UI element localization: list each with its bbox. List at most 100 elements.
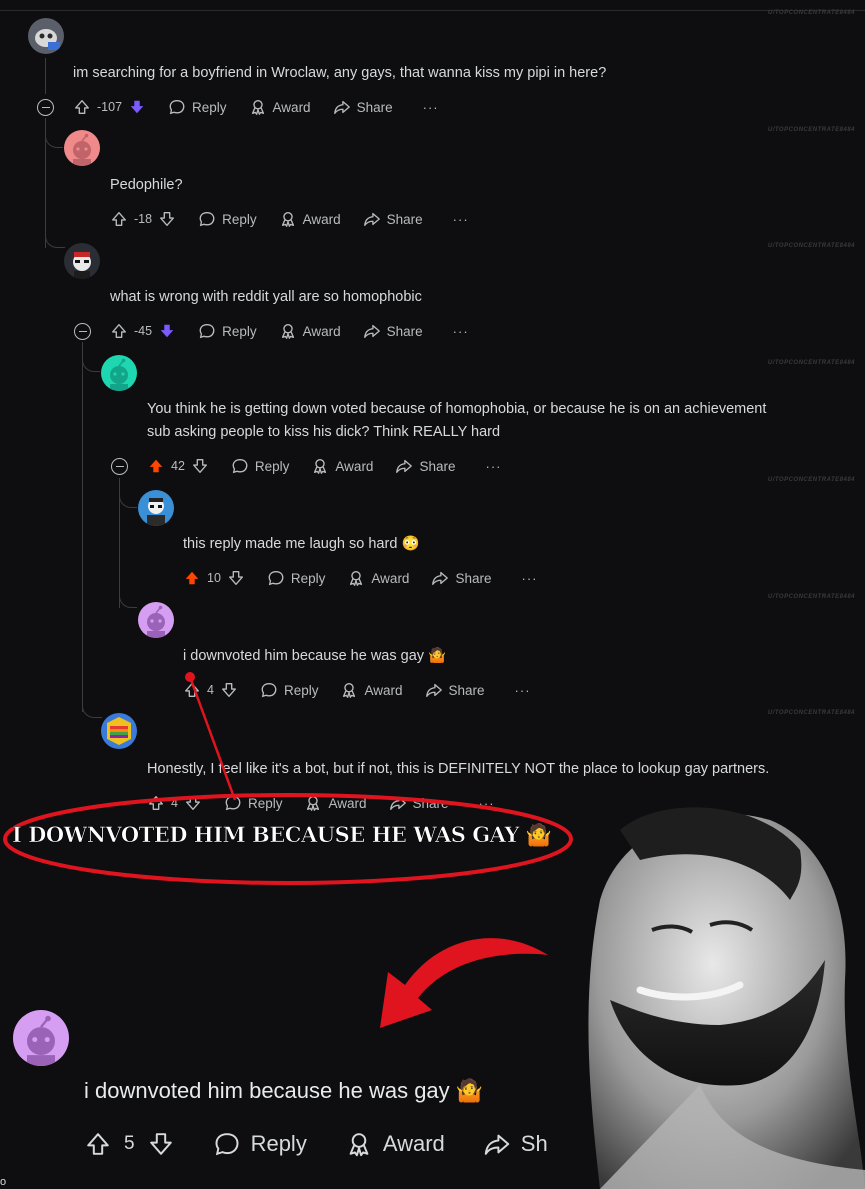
share-button[interactable]: Sh (483, 1130, 548, 1158)
comment-actions: 4 Reply Award Share ··· (183, 679, 531, 701)
user-avatar[interactable] (101, 355, 137, 391)
comment-text-line: sub asking people to kiss his dick? Thin… (147, 424, 501, 440)
thread-curve (45, 200, 65, 248)
downvote-icon[interactable] (184, 794, 202, 812)
watermark: U/TOPCONCENTRATE8484 (767, 360, 855, 366)
reply-button[interactable]: Reply (231, 457, 289, 475)
upvote-icon[interactable] (84, 1130, 112, 1158)
collapse-thread-button[interactable] (111, 458, 128, 475)
user-avatar[interactable] (101, 713, 137, 749)
more-options-button[interactable]: ··· (453, 212, 469, 227)
curved-red-arrow (380, 938, 548, 1028)
reply-icon (267, 569, 285, 587)
downvote-icon[interactable] (191, 457, 209, 475)
user-avatar-large[interactable] (13, 1010, 69, 1066)
comment-actions: -107 Reply Award Share ··· (73, 96, 439, 118)
more-options-button[interactable]: ··· (479, 796, 495, 811)
share-icon (395, 457, 413, 475)
award-button[interactable]: Award (345, 1130, 445, 1158)
meme-caption: I DOWNVOTED HIM BECAUSE HE WAS GAY 🤷 (12, 822, 552, 848)
more-options-button[interactable]: ··· (515, 683, 531, 698)
collapse-thread-button[interactable] (37, 99, 54, 116)
collapse-thread-button[interactable] (74, 323, 91, 340)
downvote-icon[interactable] (158, 322, 176, 340)
award-icon (279, 210, 297, 228)
downvote-icon[interactable] (128, 98, 146, 116)
vote-count: 10 (207, 571, 221, 585)
shrug-emoji: 🤷 (525, 822, 552, 848)
user-avatar[interactable] (138, 602, 174, 638)
reply-icon (224, 794, 242, 812)
upvote-icon[interactable] (147, 794, 165, 812)
award-icon (340, 681, 358, 699)
award-button[interactable]: Award (279, 210, 341, 228)
upvote-icon[interactable] (183, 681, 201, 699)
watermark: U/TOPCONCENTRATE8484 (767, 710, 855, 716)
flushed-emoji: 😳 (401, 536, 420, 552)
award-button[interactable]: Award (249, 98, 311, 116)
upvote-icon[interactable] (110, 210, 128, 228)
share-button[interactable]: Share (395, 457, 455, 475)
reply-button[interactable]: Reply (267, 569, 325, 587)
vote-count: 5 (124, 1133, 135, 1154)
comment-actions: 4 Reply Award Share ··· (147, 792, 495, 814)
more-options-button[interactable]: ··· (521, 571, 537, 586)
share-button[interactable]: Share (431, 569, 491, 587)
share-icon (363, 322, 381, 340)
share-icon (333, 98, 351, 116)
reply-button[interactable]: Reply (168, 98, 227, 116)
user-avatar[interactable] (138, 490, 174, 526)
share-button[interactable]: Share (363, 210, 423, 228)
vote-count: -107 (97, 100, 123, 114)
share-icon (389, 794, 407, 812)
reply-icon (198, 322, 216, 340)
share-button[interactable]: Share (333, 98, 393, 116)
more-options-button[interactable]: ··· (485, 459, 501, 474)
downvote-icon[interactable] (220, 681, 238, 699)
reply-button[interactable]: Reply (213, 1130, 307, 1158)
award-button[interactable]: Award (279, 322, 341, 340)
thread-line (82, 342, 83, 712)
award-button[interactable]: Award (340, 681, 403, 699)
downvote-icon[interactable] (227, 569, 245, 587)
award-icon (345, 1130, 373, 1158)
user-avatar[interactable] (64, 130, 100, 166)
downvote-icon[interactable] (147, 1130, 175, 1158)
share-icon (483, 1130, 511, 1158)
comment-text: Honestly, I feel like it's a bot, but if… (147, 761, 770, 777)
share-button[interactable]: Share (389, 794, 449, 812)
downvote-icon[interactable] (158, 210, 176, 228)
upvote-icon[interactable] (73, 98, 91, 116)
vote-count: -45 (134, 324, 153, 338)
share-icon (363, 210, 381, 228)
award-button[interactable]: Award (311, 457, 373, 475)
user-avatar[interactable] (28, 18, 64, 54)
reply-button[interactable]: Reply (224, 794, 282, 812)
upvote-icon[interactable] (183, 569, 201, 587)
watermark: U/TOPCONCENTRATE8484 (767, 10, 855, 16)
award-icon (304, 794, 322, 812)
comment-text: what is wrong with reddit yall are so ho… (110, 289, 422, 305)
vote-count: 4 (171, 796, 178, 810)
comment-text-line: You think he is getting down voted becau… (147, 401, 767, 417)
reply-button[interactable]: Reply (198, 210, 257, 228)
thread-curve (119, 478, 137, 508)
share-button[interactable]: Share (425, 681, 485, 699)
more-options-button[interactable]: ··· (423, 100, 439, 115)
upvote-icon[interactable] (110, 322, 128, 340)
reply-button[interactable]: Reply (260, 681, 318, 699)
reply-button[interactable]: Reply (198, 322, 257, 340)
upvote-icon[interactable] (147, 457, 165, 475)
comment-text: this reply made me laugh so hard 😳 (183, 536, 420, 552)
reply-icon (260, 681, 278, 699)
user-avatar[interactable] (64, 243, 100, 279)
reply-icon (213, 1130, 241, 1158)
thread-curve (82, 342, 100, 372)
top-divider (0, 10, 865, 11)
award-button[interactable]: Award (347, 569, 409, 587)
shrug-emoji: 🤷 (455, 1078, 484, 1103)
share-button[interactable]: Share (363, 322, 423, 340)
shrug-emoji: 🤷 (428, 648, 447, 664)
award-button[interactable]: Award (304, 794, 367, 812)
more-options-button[interactable]: ··· (453, 324, 469, 339)
